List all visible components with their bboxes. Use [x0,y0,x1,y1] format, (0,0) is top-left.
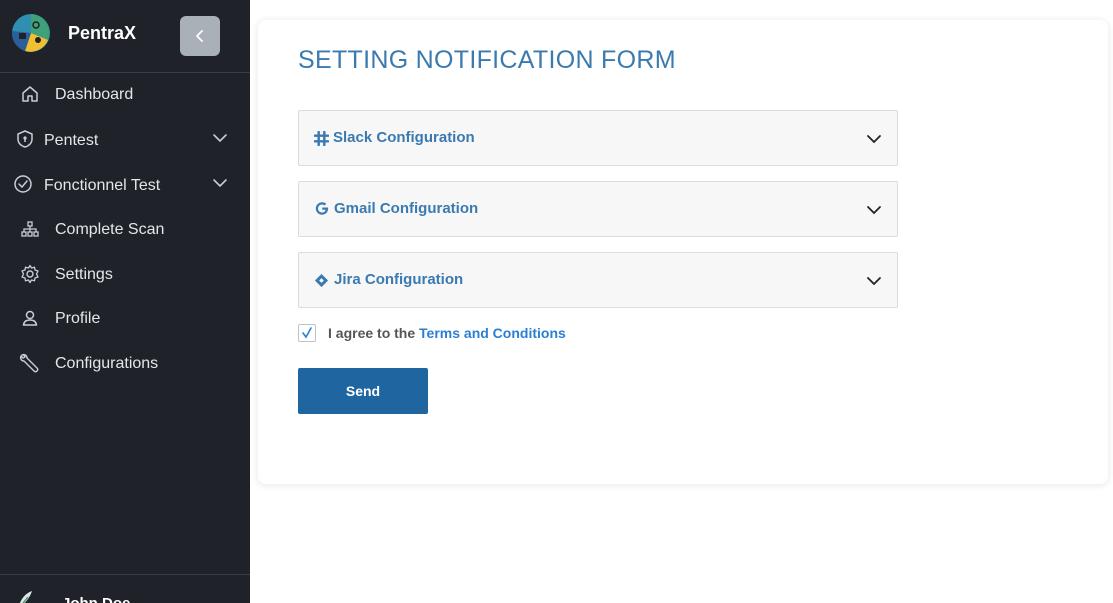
accordion-label: Gmail Configuration [334,200,479,217]
chevron-down-icon [864,200,884,220]
chevron-down-icon [864,129,884,149]
slack-configuration-accordion[interactable]: Slack Configuration [298,110,898,166]
accordion-label: Slack Configuration [333,129,475,146]
wrench-icon [19,352,41,374]
home-icon [19,83,41,105]
app-name: PentraX [68,23,137,43]
sidebar: PentraX Dashboard Pentest Fonctionnel Te… [0,0,250,603]
send-button[interactable]: Send [298,368,428,414]
chevron-down-icon [210,173,230,193]
brand-header: PentraX [0,0,250,73]
jira-configuration-accordion[interactable]: Jira Configuration [298,252,898,308]
slack-icon [313,130,329,146]
check-circle-icon [12,173,34,195]
terms-label: I agree to the Terms and Conditions [328,325,566,341]
terms-prefix: I agree to the [328,325,420,341]
chevron-down-icon [864,271,884,291]
sidebar-item-label: Dashboard [55,86,134,103]
sidebar-item-label: Configurations [55,355,159,372]
pentrax-logo-icon [11,14,50,52]
page-title: SETTING NOTIFICATION FORM [298,46,676,74]
user-name: John Doe [62,595,130,603]
user-profile-footer[interactable]: John Doe [0,574,250,603]
chevron-left-icon [196,30,203,42]
gear-icon [19,263,41,285]
sidebar-item-settings[interactable]: Settings [0,254,250,294]
sidebar-item-label: Settings [55,266,113,283]
user-icon [19,307,41,329]
sidebar-item-configurations[interactable]: Configurations [0,343,250,383]
sidebar-item-profile[interactable]: Profile [0,298,250,338]
shield-icon [14,128,36,150]
sidebar-item-pentest[interactable]: Pentest [0,120,250,160]
notification-form-card: SETTING NOTIFICATION FORM Slack Configur… [258,20,1108,484]
sidebar-item-label: Pentest [44,132,99,149]
sitemap-icon [19,218,41,240]
sidebar-collapse-button[interactable] [180,16,220,56]
jira-icon [313,272,329,288]
sidebar-item-complete-scan[interactable]: Complete Scan [0,209,250,249]
terms-agreement-row: I agree to the Terms and Conditions [298,324,698,344]
terms-link[interactable]: Terms and Conditions [419,325,566,341]
sidebar-item-fonctionnel-test[interactable]: Fonctionnel Test [0,165,250,205]
sidebar-item-dashboard[interactable]: Dashboard [0,74,250,114]
terms-checkbox[interactable] [298,324,316,342]
accordion-label: Jira Configuration [334,271,464,288]
google-icon [314,200,330,216]
sidebar-item-label: Complete Scan [55,221,165,238]
checkmark-icon [302,327,312,339]
avatar [19,591,32,603]
chevron-down-icon [210,128,230,148]
gmail-configuration-accordion[interactable]: Gmail Configuration [298,181,898,237]
sidebar-item-label: Profile [55,310,101,327]
sidebar-item-label: Fonctionnel Test [44,177,161,194]
